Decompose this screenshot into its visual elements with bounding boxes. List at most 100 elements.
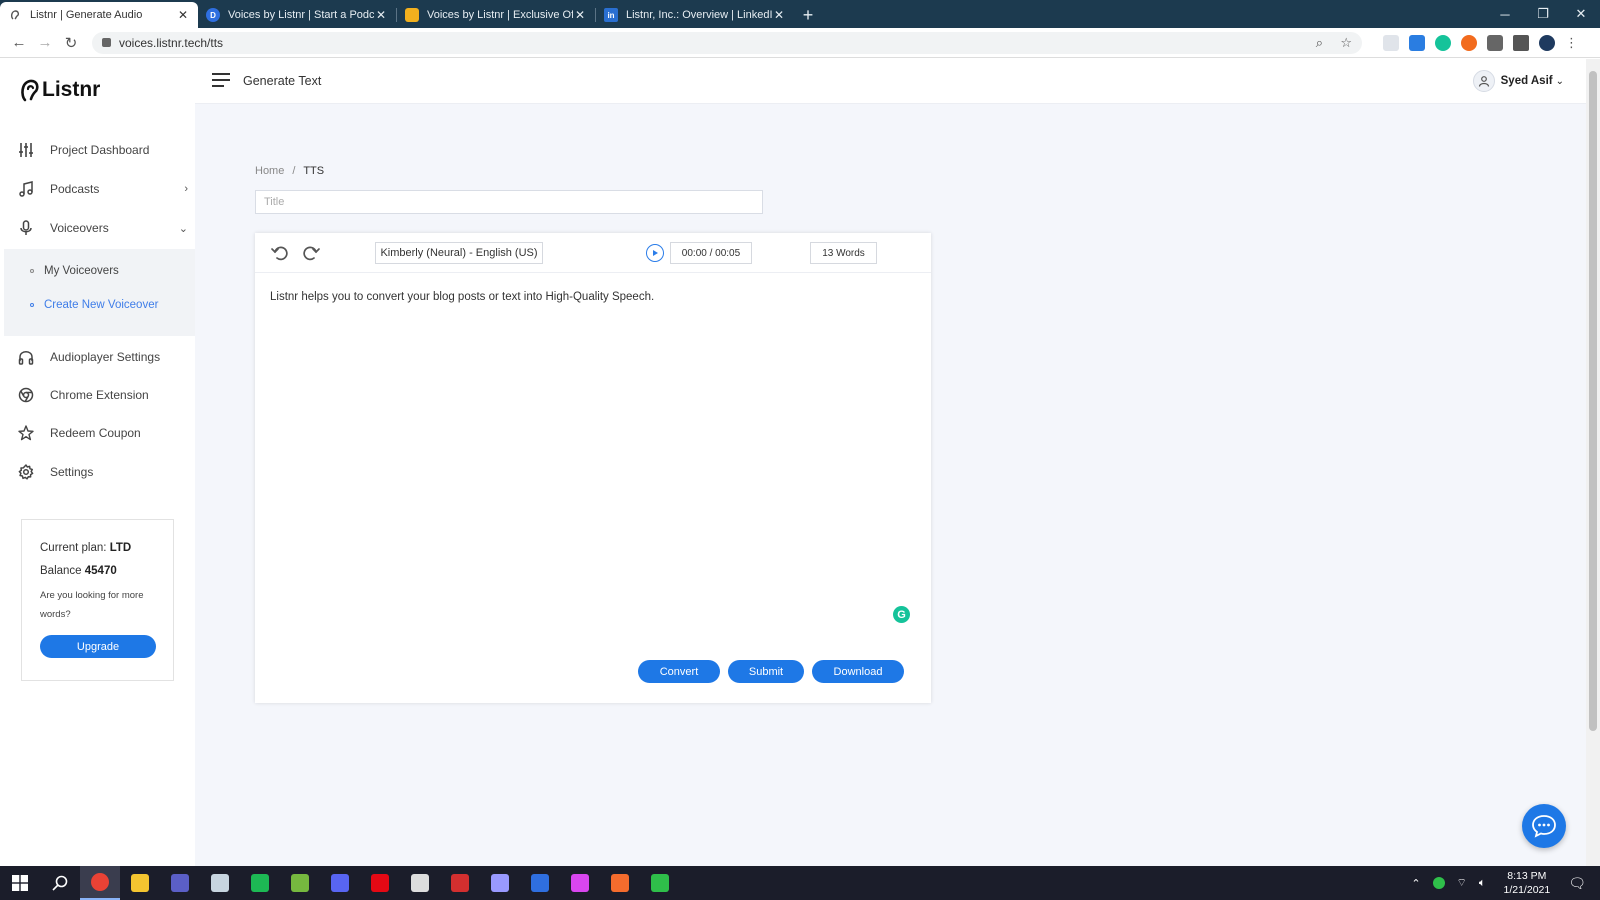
notifications-icon[interactable]: 🗨︎ (1568, 875, 1586, 892)
browser-menu-icon[interactable]: ⋮ (1565, 34, 1578, 51)
window-controls: ─ ❐ ✕ (1486, 0, 1600, 28)
breadcrumb-current: TTS (303, 165, 325, 177)
voice-selector[interactable]: Kimberly (Neural) - English (US) (375, 242, 543, 264)
search-icon[interactable] (40, 866, 80, 900)
chat-widget-icon[interactable] (1522, 804, 1566, 848)
redo-icon[interactable] (301, 243, 321, 263)
premiere-pro-icon (491, 874, 509, 892)
wifi-icon[interactable]: ⌔ (1457, 876, 1467, 890)
sidebar-item-label: Podcasts (50, 182, 100, 196)
offer-favicon-icon (405, 8, 419, 22)
clock[interactable]: 8:13 PM 1/21/2021 (1504, 869, 1551, 897)
address-bar: ← → ↻ voices.listnr.tech/tts ⌕ ☆ ⋮ (0, 28, 1600, 58)
play-icon[interactable] (646, 244, 664, 262)
new-tab-icon[interactable]: + (794, 2, 822, 28)
tab-title: Voices by Listnr | Exclusive Offer (427, 9, 573, 21)
sidebar-item-podcasts[interactable]: Podcasts › (18, 179, 188, 199)
browser-tab-2[interactable]: Voices by Listnr | Exclusive Offer ✕ (397, 2, 595, 28)
upgrade-button[interactable]: Upgrade (40, 635, 156, 658)
playback-time: 00:00 / 00:05 (670, 242, 752, 264)
taskbar-app-teams[interactable] (160, 866, 200, 900)
puzzle-extension-icon[interactable] (1487, 34, 1503, 51)
reload-icon[interactable]: ↻ (58, 34, 84, 52)
tray-app-icon[interactable] (1432, 877, 1445, 889)
url-omnibox[interactable]: voices.listnr.tech/tts ⌕ ☆ (92, 31, 1362, 54)
sidebar-item-project-dashboard[interactable]: Project Dashboard (18, 140, 188, 160)
taskbar-app-steam[interactable] (200, 866, 240, 900)
download-button[interactable]: Download (812, 660, 904, 683)
taskbar-app-epic-games[interactable] (400, 866, 440, 900)
convert-button[interactable]: Convert (638, 660, 720, 683)
window-close-icon[interactable]: ✕ (1562, 0, 1600, 28)
user-menu[interactable]: Syed Asif ⌄ (1472, 70, 1564, 92)
bitwarden-icon (531, 874, 549, 892)
voices-favicon-icon: D (206, 8, 220, 22)
close-icon[interactable]: ✕ (374, 8, 388, 22)
listnr-favicon-icon (8, 8, 22, 22)
page-scrollbar[interactable] (1586, 59, 1600, 866)
page-title: Generate Text (243, 74, 322, 88)
profile-avatar-icon[interactable] (1539, 34, 1555, 51)
bookmark-star-icon[interactable]: ☆ (1340, 35, 1352, 50)
close-icon[interactable]: ✕ (772, 8, 786, 22)
submit-button[interactable]: Submit (728, 660, 804, 683)
volume-icon[interactable]: 🔈︎ (1479, 877, 1486, 890)
breadcrumb-home[interactable]: Home (255, 165, 284, 177)
close-icon[interactable]: ✕ (176, 8, 190, 22)
windows-start-icon[interactable] (0, 866, 40, 900)
scrollbar-thumb[interactable] (1589, 71, 1597, 731)
clock-time: 8:13 PM (1507, 870, 1547, 882)
netflix-icon (371, 874, 389, 892)
taskbar-app-premiere-pro[interactable] (480, 866, 520, 900)
sidebar-item-settings[interactable]: Settings (18, 462, 188, 482)
sidebar-item-label: Redeem Coupon (50, 426, 141, 440)
taskbar-app-vivaldi[interactable] (440, 866, 480, 900)
taskbar-app-origin[interactable] (600, 866, 640, 900)
taskbar-app-file-explorer[interactable] (120, 866, 160, 900)
extension-blue-icon[interactable] (1409, 34, 1425, 51)
browser-tab-1[interactable]: D Voices by Listnr | Start a Podcast ✕ (198, 2, 396, 28)
sidebar-item-audioplayer-settings[interactable]: Audioplayer Settings (18, 347, 188, 367)
gitkraken-icon (571, 874, 589, 892)
shield-extension-icon[interactable] (1383, 34, 1399, 51)
minimize-icon[interactable]: ─ (1486, 0, 1524, 28)
balance: Balance 45470 (40, 565, 117, 577)
zoom-icon[interactable]: ⌕ (1316, 35, 1323, 50)
back-icon[interactable]: ← (6, 34, 32, 51)
taskbar-app-chrome[interactable] (80, 866, 120, 900)
title-input[interactable] (255, 190, 763, 214)
windows-taskbar: ⌃ ⌔ 🔈︎ 8:13 PM 1/21/2021 🗨︎ (0, 866, 1600, 900)
restore-icon[interactable]: ❐ (1524, 0, 1562, 28)
sidebar-item-voiceovers[interactable]: Voiceovers ⌄ (18, 218, 188, 238)
taskbar-app-discord[interactable] (320, 866, 360, 900)
brand-logo[interactable]: Listnr (20, 77, 100, 103)
hamburger-menu-icon[interactable] (212, 73, 230, 91)
chrome-icon (18, 387, 34, 403)
grammarly-extension-icon[interactable] (1435, 34, 1451, 51)
sidebar-item-redeem-coupon[interactable]: Redeem Coupon (18, 423, 188, 443)
tray-expand-icon[interactable]: ⌃ (1411, 877, 1420, 890)
taskbar-app-bitwarden[interactable] (520, 866, 560, 900)
undo-icon[interactable] (270, 243, 290, 263)
user-name: Syed Asif (1500, 75, 1553, 87)
taskbar-app-gitkraken[interactable] (560, 866, 600, 900)
breadcrumb: Home / TTS (255, 165, 324, 177)
taskbar-app-freshbooks[interactable] (640, 866, 680, 900)
linkedin-favicon-icon: in (604, 8, 618, 22)
fire-extension-icon[interactable] (1461, 34, 1477, 51)
forward-icon[interactable]: → (32, 34, 58, 51)
sidebar-item-chrome-extension[interactable]: Chrome Extension (18, 385, 188, 405)
grammarly-icon[interactable]: G (893, 606, 910, 623)
taskbar-app-utorrent[interactable] (280, 866, 320, 900)
tab-title: Voices by Listnr | Start a Podcast (228, 9, 374, 21)
media-queue-icon[interactable] (1513, 34, 1529, 51)
taskbar-app-netflix[interactable] (360, 866, 400, 900)
tts-text-area[interactable]: Listnr helps you to convert your blog po… (270, 291, 654, 303)
browser-tab-3[interactable]: in Listnr, Inc.: Overview | LinkedIn ✕ (596, 2, 794, 28)
submenu-item-my-voiceovers[interactable]: My Voiceovers (30, 265, 119, 277)
submenu-item-create-new-voiceover[interactable]: Create New Voiceover (30, 299, 158, 311)
taskbar-app-spotify[interactable] (240, 866, 280, 900)
discord-icon (331, 874, 349, 892)
close-icon[interactable]: ✕ (573, 8, 587, 22)
browser-tab-0[interactable]: Listnr | Generate Audio ✕ (0, 2, 198, 28)
